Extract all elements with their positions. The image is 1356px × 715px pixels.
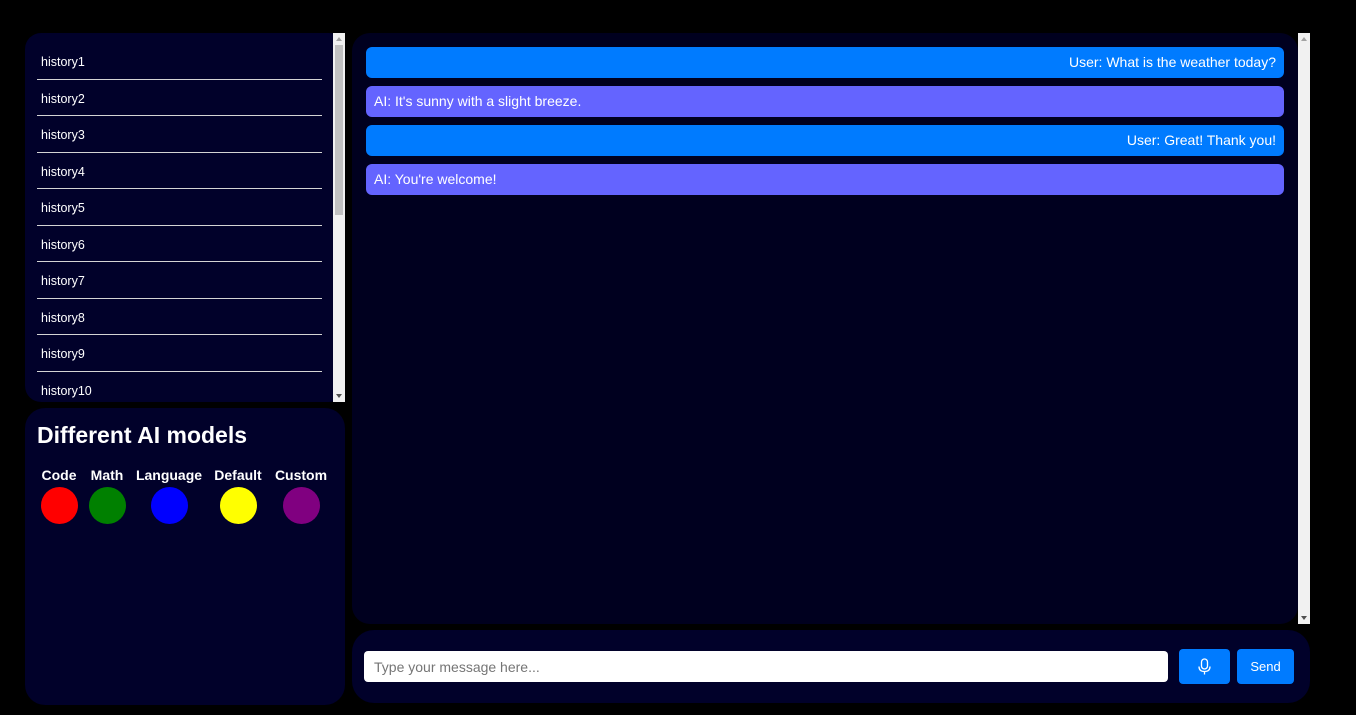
message-input-bar: Send <box>352 630 1310 703</box>
ai-models-title: Different AI models <box>37 422 248 448</box>
microphone-button[interactable] <box>1179 649 1230 684</box>
model-label: Language <box>135 467 203 483</box>
history-item[interactable]: history7 <box>37 262 322 299</box>
chat-scrollbar-thumb[interactable] <box>1300 45 1308 612</box>
history-list: history1 history2 history3 history4 hist… <box>37 43 322 402</box>
microphone-icon <box>1198 658 1211 675</box>
history-item[interactable]: history6 <box>37 226 322 262</box>
scroll-up-arrow-icon[interactable] <box>1298 33 1310 45</box>
scroll-down-arrow-icon[interactable] <box>1298 612 1310 624</box>
user-message: User: What is the weather today? <box>366 47 1284 78</box>
model-option-custom[interactable]: Custom <box>261 467 341 524</box>
user-message: User: Great! Thank you! <box>366 125 1284 156</box>
history-item[interactable]: history2 <box>37 80 322 116</box>
history-item[interactable]: history5 <box>37 189 322 226</box>
scroll-down-arrow-icon[interactable] <box>333 390 345 402</box>
history-item[interactable]: history1 <box>37 43 322 80</box>
ai-models-panel: Different AI models Code Math Language D… <box>25 408 345 705</box>
history-item[interactable]: history3 <box>37 116 322 153</box>
scroll-up-arrow-icon[interactable] <box>333 33 345 45</box>
model-label: Custom <box>274 467 328 483</box>
send-button[interactable]: Send <box>1237 649 1294 684</box>
model-color-dot[interactable] <box>150 487 188 524</box>
message-input[interactable] <box>364 651 1168 682</box>
model-color-dot[interactable] <box>282 487 320 524</box>
model-color-dot[interactable] <box>219 487 257 524</box>
model-option-language[interactable]: Language <box>129 467 209 524</box>
history-item[interactable]: history9 <box>37 335 322 372</box>
history-scrollbar-thumb[interactable] <box>335 45 343 215</box>
message-list: User: What is the weather today? AI: It'… <box>366 47 1284 203</box>
chat-panel: User: What is the weather today? AI: It'… <box>352 33 1298 624</box>
history-panel: history1 history2 history3 history4 hist… <box>25 33 345 402</box>
history-item[interactable]: history10 <box>37 372 322 403</box>
ai-message: AI: It's sunny with a slight breeze. <box>366 86 1284 117</box>
ai-message: AI: You're welcome! <box>366 164 1284 195</box>
history-item[interactable]: history8 <box>37 299 322 335</box>
chat-scrollbar[interactable] <box>1298 33 1310 624</box>
model-color-dot[interactable] <box>88 487 126 524</box>
history-scrollbar[interactable] <box>333 33 345 402</box>
history-item[interactable]: history4 <box>37 153 322 189</box>
